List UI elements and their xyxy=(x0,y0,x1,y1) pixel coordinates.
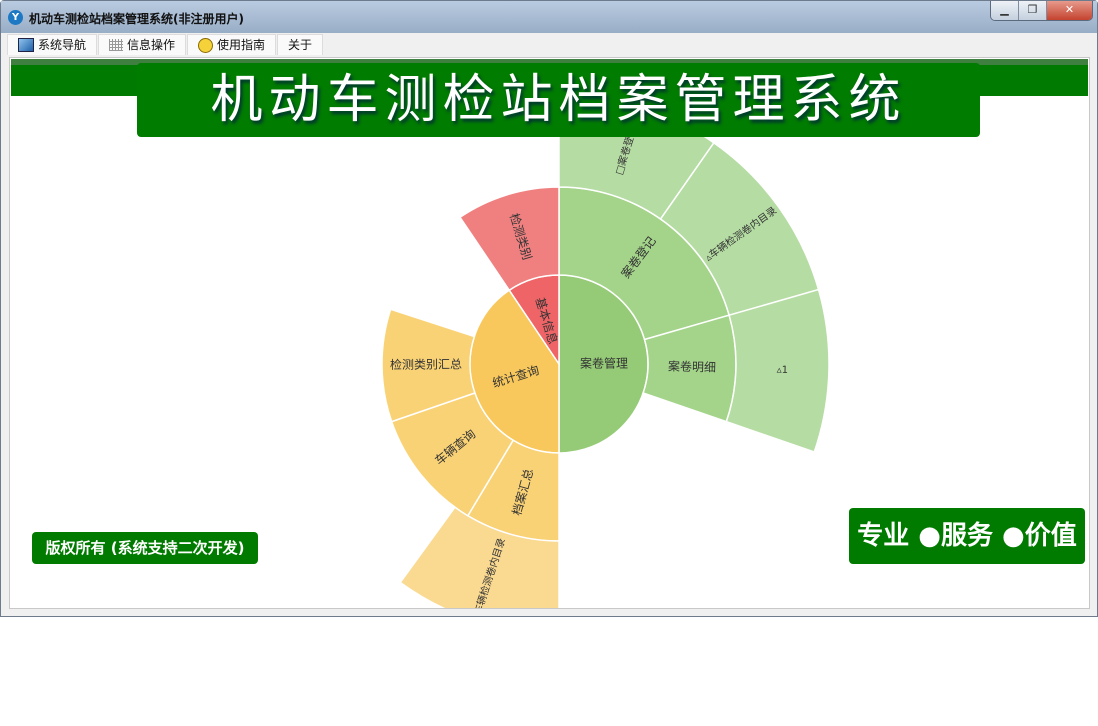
help-icon xyxy=(198,37,214,53)
close-button[interactable]: ✕ xyxy=(1047,1,1092,20)
menu-label: 信息操作 xyxy=(127,37,176,52)
slogan-badge: 专业 ●服务 ●价值 xyxy=(849,508,1085,564)
sunburst-label: ▵1 xyxy=(777,365,789,376)
menu-info-ops[interactable]: 信息操作 xyxy=(98,34,187,55)
window-title: 机动车测检站档案管理系统(非注册用户) xyxy=(29,12,244,26)
main-panel: 机动车测检站档案管理系统 案卷管理 案卷登记 □案卷登记 ▵车辆检测卷内目录 案卷明细 ▵… xyxy=(9,57,1090,609)
menu-system-nav[interactable]: 系统导航 xyxy=(7,34,98,55)
sunburst-label: 检测类别汇总 xyxy=(390,356,462,372)
minimize-button[interactable]: ▁ xyxy=(991,1,1019,20)
copyright-badge: 版权所有 (系统支持二次开发) xyxy=(32,532,258,564)
menu-bar: 系统导航 信息操作 使用指南 关于 xyxy=(7,34,324,55)
menu-guide[interactable]: 使用指南 xyxy=(187,34,277,55)
monitor-icon xyxy=(18,38,34,52)
title-bar: Y 机动车测检站档案管理系统(非注册用户) ▁ ❐ ✕ xyxy=(1,1,1097,33)
grid-icon xyxy=(109,39,124,51)
menu-about[interactable]: 关于 xyxy=(277,34,324,55)
app-logo-icon: Y xyxy=(8,10,23,25)
sunburst-label: 案卷管理 xyxy=(580,356,628,371)
restore-button[interactable]: ❐ xyxy=(1019,1,1047,20)
app-window: Y 机动车测检站档案管理系统(非注册用户) ▁ ❐ ✕ 系统导航 信息操作 使用… xyxy=(0,0,1098,617)
banner-title: 机动车测检站档案管理系统 xyxy=(137,63,980,137)
menu-label: 使用指南 xyxy=(217,37,266,52)
menu-label: 关于 xyxy=(288,37,313,52)
menu-label: 系统导航 xyxy=(38,37,87,52)
sunburst-label: 案卷明细 xyxy=(668,358,716,374)
sunburst-segment[interactable] xyxy=(458,186,560,292)
